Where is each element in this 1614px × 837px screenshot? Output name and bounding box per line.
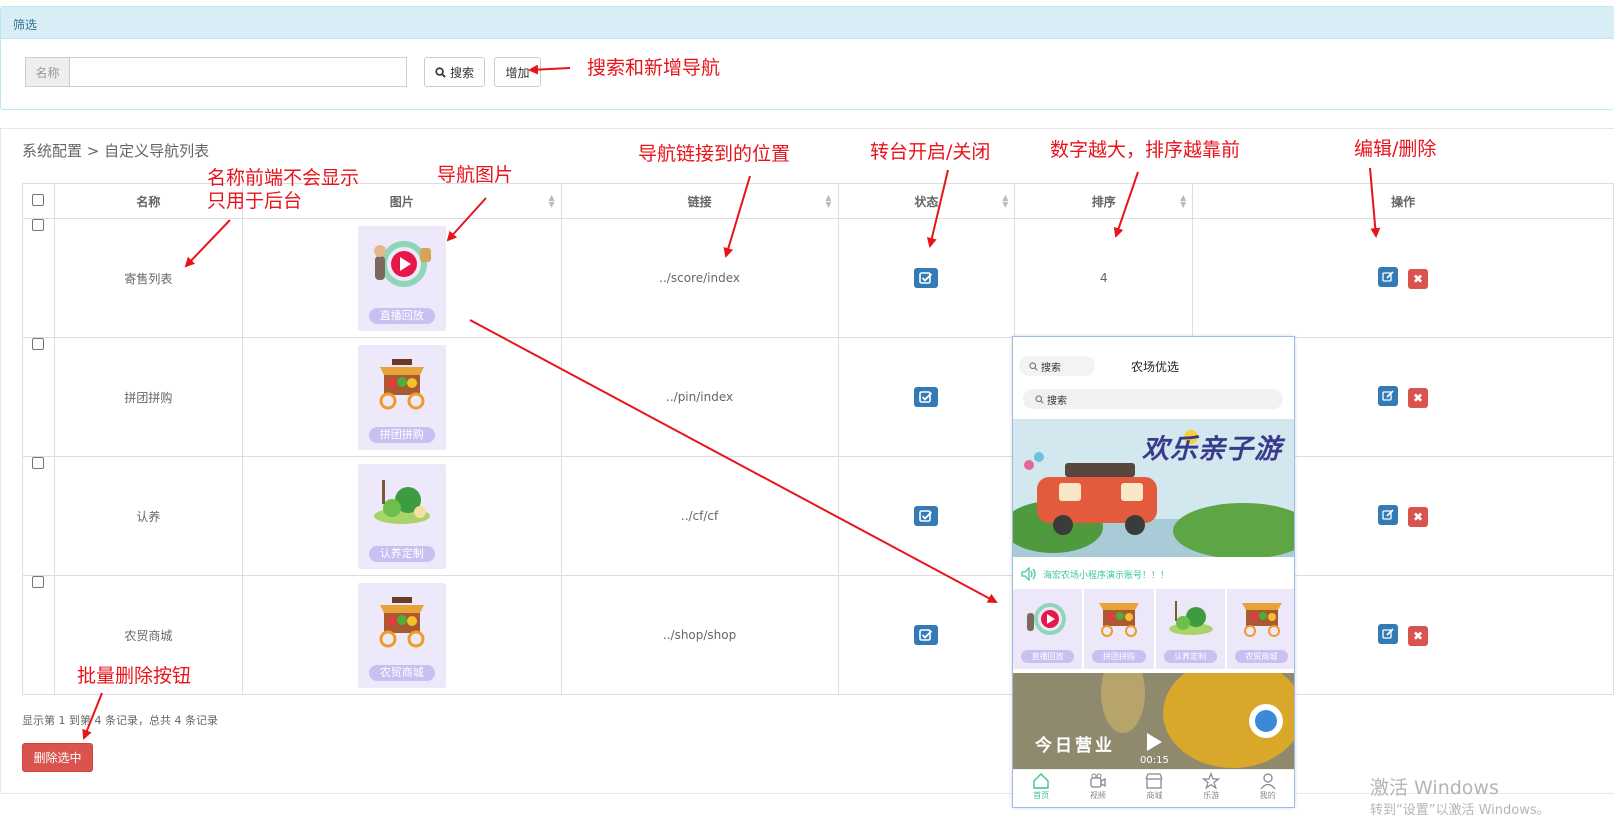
annotation-search-add: 搜索和新增导航	[587, 57, 721, 79]
annotation-nav-image: 导航图片	[437, 164, 514, 186]
annotation-sort-note: 数字越大，排序越靠前	[1050, 139, 1241, 161]
annotation-edit-delete: 编辑/删除	[1354, 138, 1437, 160]
annotation-name-note-1: 名称前端不会显示	[207, 167, 360, 189]
annotation-batch-delete: 批量删除按钮	[77, 665, 192, 687]
annotation-name-note-2: 只用于后台	[207, 190, 303, 212]
activation-watermark-hint: 转到“设置”以激活 Windows。	[1370, 803, 1550, 818]
annotation-link-position: 导航链接到的位置	[638, 143, 791, 165]
annotation-arrows	[82, 64, 1381, 740]
activation-watermark-title: 激活 Windows	[1370, 777, 1499, 799]
annotation-status-toggle: 转台开启/关闭	[870, 141, 991, 163]
